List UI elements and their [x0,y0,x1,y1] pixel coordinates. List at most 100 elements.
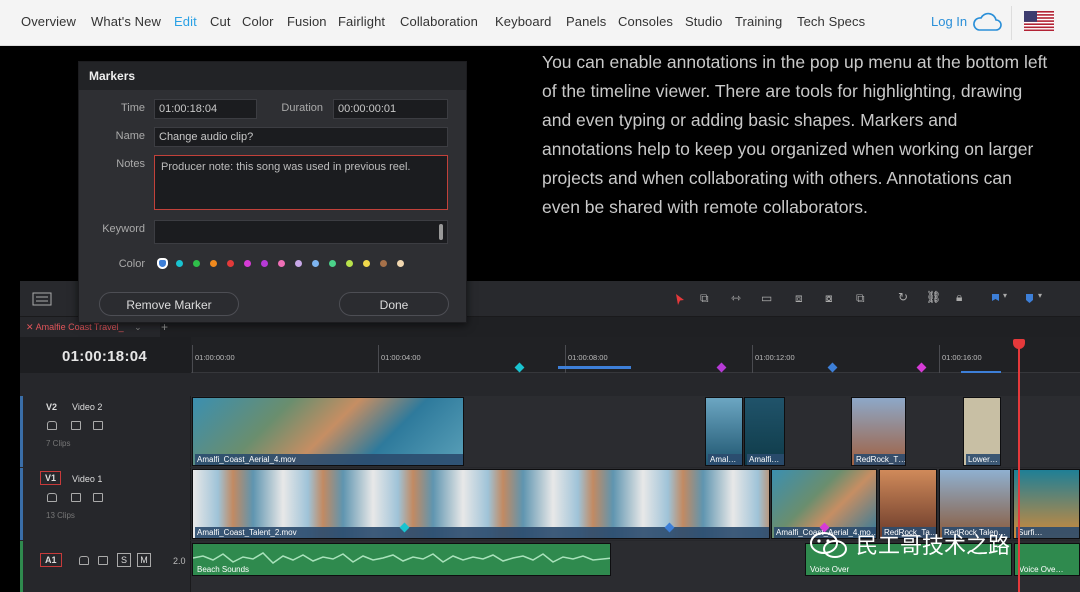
clip-label: RedRock_T… [854,454,906,465]
nav-whats-new[interactable]: What's New [91,14,161,29]
flag-icon[interactable] [991,293,1000,304]
chevron-down-icon[interactable]: ⌄ [134,322,142,332]
time-field[interactable]: 01:00:18:04 [154,99,257,119]
color-swatch[interactable] [346,260,353,267]
clip-label: Surfi… [1016,527,1079,538]
nav-panels[interactable]: Panels [566,14,606,29]
video-clip[interactable]: Amalfi_Coast_Aerial_4.mov [192,397,464,466]
nav-keyboard[interactable]: Keyboard [495,14,551,29]
login-link[interactable]: Log In [931,14,967,29]
nav-overview[interactable]: Overview [21,14,76,29]
ruler-marker-duration[interactable] [558,366,631,369]
track-name: Video 1 [72,474,103,484]
chevron-down-icon[interactable]: ▾ [1038,291,1042,300]
lock-icon[interactable]: 🔒︎ [956,290,962,305]
ruler-marker[interactable] [916,362,927,373]
playhead[interactable] [1018,340,1020,592]
color-swatch[interactable] [295,260,302,267]
nav-color[interactable]: Color [242,14,274,29]
auto-select-icon[interactable] [98,556,108,565]
dynamic-trim-icon[interactable]: ⇿ [731,291,741,305]
nav-training[interactable]: Training [735,14,782,29]
replace-clip-icon[interactable]: ⧉ [856,291,865,306]
color-swatch[interactable] [210,260,217,267]
close-icon[interactable]: ✕ [26,322,34,332]
color-swatch-selected[interactable] [159,260,166,267]
solo-button[interactable]: S [117,553,131,567]
auto-select-icon[interactable] [71,493,81,502]
video-clip[interactable]: Surfi… [1013,469,1080,539]
track-header-v2[interactable]: V2 Video 2 7 Clips [20,396,191,467]
keyword-scrollbar[interactable] [439,224,443,240]
clip-count: 13 Clips [46,511,75,520]
snapping-icon[interactable]: ↻ [898,290,908,304]
color-swatch[interactable] [176,260,183,267]
nav-studio[interactable]: Studio [685,14,722,29]
notes-field[interactable]: Producer note: this song was used in pre… [154,155,448,210]
marker-icon[interactable] [1025,293,1034,304]
done-button[interactable]: Done [339,292,449,316]
video-clip[interactable]: Amalfi_Coast_Talent_2.mov [192,469,770,539]
link-icon[interactable]: ⛓ [926,290,941,304]
track-lane-v2[interactable]: Amalfi_Coast_Aerial_4.mov Amal… Amalfi… … [191,396,1080,467]
track-header-a1[interactable]: A1 S M 2.0 [20,541,191,592]
nav-fairlight[interactable]: Fairlight [338,14,385,29]
track-level: 2.0 [173,556,186,566]
insert-clip-icon[interactable]: ⧈ [795,291,803,306]
track-visibility-icon[interactable] [93,493,103,502]
timeline-ruler[interactable]: 01:00:00:00 01:00:04:00 01:00:08:00 01:0… [191,337,1080,373]
color-swatch[interactable] [261,260,268,267]
color-swatch[interactable] [380,260,387,267]
trim-tool-icon[interactable]: ⧉ [700,291,709,306]
video-clip[interactable]: Lower… [963,397,1001,466]
color-swatch[interactable] [193,260,200,267]
blade-tool-icon[interactable]: ▭ [761,291,772,305]
nav-collaboration[interactable]: Collaboration [400,14,478,29]
ruler-marker[interactable] [716,362,727,373]
auto-select-icon[interactable] [71,421,81,430]
time-label: Time [120,102,145,114]
keyword-label: Keyword [102,223,145,235]
timeline-options-icon[interactable] [32,292,52,306]
track-lock-icon[interactable] [79,556,89,565]
keyword-field[interactable] [154,220,448,244]
nav-edit[interactable]: Edit [174,14,197,29]
nav-fusion[interactable]: Fusion [287,14,327,29]
nav-consoles[interactable]: Consoles [618,14,673,29]
duration-field[interactable]: 00:00:00:01 [333,99,448,119]
mute-button[interactable]: M [137,553,151,567]
nav-cut[interactable]: Cut [210,14,231,29]
cloud-icon[interactable] [971,10,1003,34]
color-swatch[interactable] [227,260,234,267]
video-clip[interactable]: Amal… [705,397,743,466]
chevron-down-icon[interactable]: ▾ [1003,291,1007,300]
name-field[interactable]: Change audio clip? [154,127,448,147]
track-lock-icon[interactable] [47,421,57,430]
color-swatch[interactable] [397,260,404,267]
ruler-label: 01:00:12:00 [755,353,795,362]
selection-pointer-icon[interactable] [675,293,685,306]
color-swatch[interactable] [312,260,319,267]
audio-clip[interactable]: Beach Sounds [192,543,611,576]
track-id: V2 [46,402,58,412]
video-clip[interactable]: Amalfi… [744,397,785,466]
nav-tech-specs[interactable]: Tech Specs [797,14,865,29]
color-swatch[interactable] [329,260,336,267]
overwrite-clip-icon[interactable]: ⧇ [825,291,833,306]
ruler-marker[interactable] [514,362,525,373]
ruler-marker[interactable] [827,362,838,373]
nav-divider [1011,6,1012,40]
us-flag-icon[interactable] [1024,11,1054,31]
video-clip[interactable]: RedRock_T… [851,397,906,466]
audio-clip[interactable]: Voice Ove… [1014,543,1080,576]
remove-marker-button[interactable]: Remove Marker [99,292,239,316]
ruler-marker-duration[interactable] [961,371,1001,373]
color-swatch[interactable] [278,260,285,267]
clip-label: Amal… [708,454,742,465]
track-lock-icon[interactable] [47,493,57,502]
clip-label: Lower… [966,454,1000,465]
track-visibility-icon[interactable] [93,421,103,430]
track-header-v1[interactable]: V1 Video 1 13 Clips [20,468,191,540]
color-swatch[interactable] [244,260,251,267]
color-swatch[interactable] [363,260,370,267]
